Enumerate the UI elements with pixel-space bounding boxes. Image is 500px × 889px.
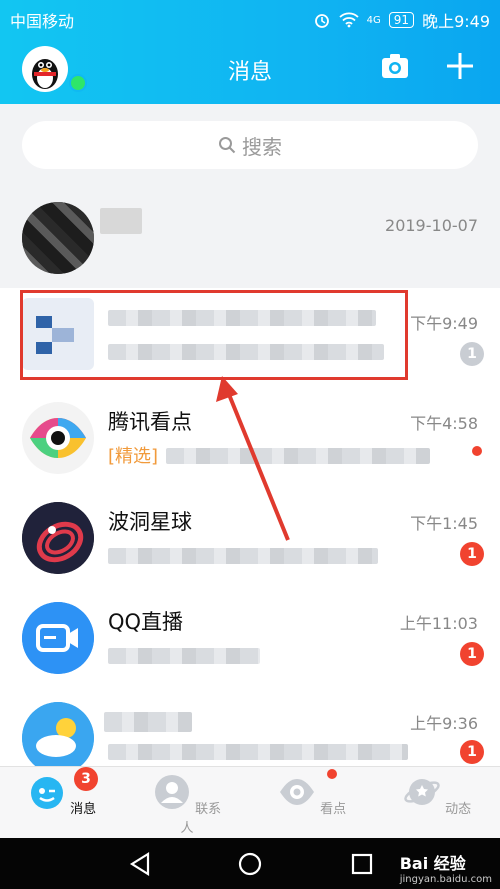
tab-label: 消息 xyxy=(70,802,97,817)
bottom-tab-bar: 消息 3 联系人 看点 动态 xyxy=(0,766,500,839)
video-camera-icon xyxy=(22,602,94,674)
tab-label: 看点 xyxy=(320,802,347,817)
app-header: 中国移动 4G 91 晚上9:49 消息 xyxy=(0,0,500,104)
back-icon[interactable] xyxy=(126,850,154,878)
battery-level: 91 xyxy=(388,12,415,28)
tab-badge: 3 xyxy=(74,767,98,791)
tab-discover[interactable]: 看点 xyxy=(272,773,352,817)
chat-row[interactable]: 上午9:36 1 xyxy=(0,688,500,766)
alarm-icon xyxy=(314,14,329,28)
system-nav-bar: Bai 经验 jingyan.baidu.com xyxy=(0,838,500,889)
chat-avatar xyxy=(22,602,94,674)
chat-name: 波洞星球 xyxy=(108,510,192,534)
blurred-preview xyxy=(108,648,260,664)
planet-logo-icon xyxy=(22,502,94,574)
tab-label: 动态 xyxy=(445,802,472,817)
page-title: 消息 xyxy=(227,60,272,85)
highlight-box xyxy=(20,290,408,380)
watermark-sub: jingyan.baidu.com xyxy=(399,874,492,885)
chat-time: 下午1:45 xyxy=(410,514,478,533)
chat-name: QQ直播 xyxy=(108,610,184,634)
watermark: Bai 经验 jingyan.baidu.com xyxy=(400,850,492,885)
chat-time: 下午9:49 xyxy=(410,314,478,333)
blurred-preview xyxy=(166,448,430,464)
chat-time: 下午4:58 xyxy=(410,414,478,433)
tab-unread-dot xyxy=(327,769,337,779)
tab-contacts[interactable]: 联系人 xyxy=(147,773,227,836)
camera-icon[interactable] xyxy=(381,53,409,79)
search-area: 搜索 xyxy=(0,104,500,188)
messages-tab-icon xyxy=(30,777,63,809)
chat-time: 上午11:03 xyxy=(399,614,478,633)
wifi-icon xyxy=(339,12,359,28)
status-right: 4G 91 晚上9:49 xyxy=(313,8,490,32)
contacts-tab-icon xyxy=(154,775,189,809)
chat-avatar xyxy=(22,202,94,274)
recents-icon[interactable] xyxy=(348,850,376,878)
search-icon xyxy=(219,137,236,154)
chat-row[interactable]: 波洞星球 下午1:45 1 xyxy=(0,488,500,588)
tab-feed[interactable]: 动态 xyxy=(397,773,477,817)
add-icon[interactable] xyxy=(446,52,474,80)
eye-logo-icon xyxy=(30,418,86,458)
carrier-label: 中国移动 xyxy=(10,12,75,31)
chat-avatar xyxy=(22,502,94,574)
eye-tab-icon xyxy=(279,779,314,805)
featured-tag: [精选] xyxy=(108,446,159,467)
chat-name: 腾讯看点 xyxy=(108,410,192,434)
blurred-name xyxy=(104,712,192,732)
chat-avatar xyxy=(22,402,94,474)
unread-badge: 1 xyxy=(460,740,484,764)
search-placeholder: 搜索 xyxy=(242,134,282,159)
planet-tab-icon xyxy=(404,779,440,805)
chat-time: 2019-10-07 xyxy=(385,216,478,235)
signal-label: 4G xyxy=(366,14,381,26)
weather-icon xyxy=(22,702,94,766)
chat-avatar xyxy=(22,702,94,766)
home-icon[interactable] xyxy=(236,850,264,878)
blurred-name xyxy=(100,208,142,234)
chat-time: 上午9:36 xyxy=(410,714,478,733)
watermark-text: Bai 经验 xyxy=(399,854,466,873)
search-input[interactable]: 搜索 xyxy=(22,121,478,169)
status-bar: 中国移动 4G 91 晚上9:49 xyxy=(0,0,500,36)
chat-row[interactable]: 腾讯看点 下午4:58 [精选] xyxy=(0,388,500,488)
unread-badge: 1 xyxy=(460,342,484,366)
chat-row[interactable]: 2019-10-07 xyxy=(0,188,500,288)
blurred-preview xyxy=(108,744,408,760)
chat-row[interactable]: QQ直播 上午11:03 1 xyxy=(0,588,500,688)
clock: 晚上9:49 xyxy=(422,12,490,31)
unread-dot xyxy=(472,446,482,456)
unread-badge: 1 xyxy=(460,642,484,666)
unread-badge: 1 xyxy=(460,542,484,566)
blurred-preview xyxy=(108,548,378,564)
